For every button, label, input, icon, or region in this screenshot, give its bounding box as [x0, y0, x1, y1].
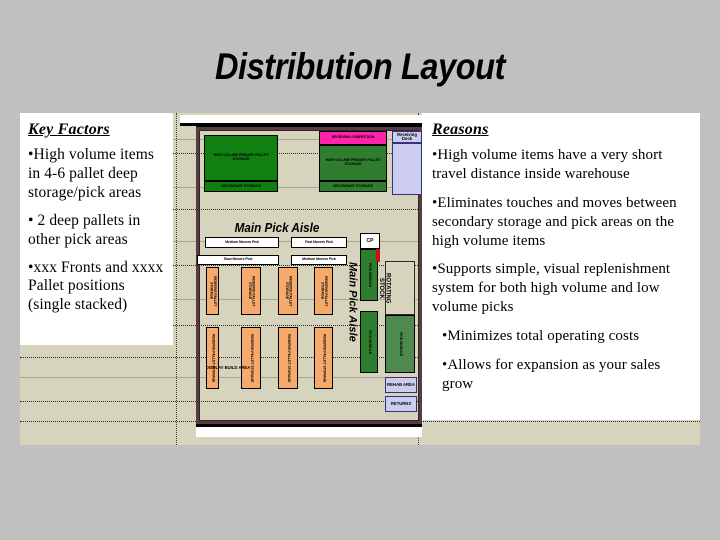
key-factors-bullet: • 2 deep pallets in other pick areas: [28, 211, 141, 248]
block-high-volume-pick-left[interactable]: HIGH VOLUME PRIMARY PALLET STORAGE: [204, 135, 278, 181]
block-label: PICK MODULE: [398, 331, 403, 357]
block-label: PICK MODULE: [367, 329, 372, 355]
block-label: HIGH VOLUME PRIMARY PALLET STORAGE: [325, 158, 381, 166]
reasons-bullet: •Supports simple, visual replenishment s…: [432, 261, 671, 316]
block-label: SECONDARY STORAGE: [333, 183, 373, 188]
sheet-gridline: [176, 113, 177, 445]
slide-canvas: HIGH VOLUME PRIMARY PALLET STORAGE SECON…: [20, 113, 700, 445]
key-factors-heading: Key Factors: [28, 121, 110, 138]
block-label: HIGH VOLUME PRIMARY PALLET STORAGE: [213, 153, 269, 161]
aisle-label: Fast Movers Pick: [305, 239, 333, 244]
block-label: PICK MODULE: [367, 262, 372, 288]
cp-label: CP: [366, 237, 374, 244]
receiving-dock-label: Receiving Dock: [392, 131, 422, 143]
reasons-bullet: •Eliminates touches and moves between se…: [432, 194, 677, 249]
display-label: DISPLAY BUILD AREA: [205, 364, 251, 370]
block-secondary-storage-left[interactable]: SECONDARY STORAGE: [204, 181, 278, 192]
aisle-label: Medium Movers Pick: [225, 239, 259, 244]
rotating-stock-label: ROTATING STOCK: [378, 272, 391, 304]
cp-box[interactable]: CP: [360, 233, 380, 249]
rack-block[interactable]: RESERVE PALLET STORAGE: [241, 267, 261, 315]
main-pick-aisle-vertical-label: Main Pick Aisle: [346, 262, 359, 342]
rack-block[interactable]: RESERVE PALLET STORAGE: [314, 327, 333, 389]
dock-label: Receiving Dock: [397, 131, 417, 141]
rack-block[interactable]: RESERVE PALLET STORAGE: [278, 327, 298, 389]
main-pick-aisle-horizontal-label: Main Pick Aisle: [234, 220, 320, 235]
plan-top-strip: [180, 115, 422, 126]
returns-area-box[interactable]: RETURNS: [385, 396, 417, 412]
rack-label: RESERVE PALLET STORAGE: [248, 275, 256, 307]
key-factors-bullet: •xxx Fronts and xxxx Pallet positions (s…: [28, 258, 164, 314]
reasons-panel: Reasons •High volume items have a very s…: [422, 113, 700, 420]
reasons-bullet: •High volume items have a very short tra…: [432, 147, 663, 182]
aisle-box-3[interactable]: Slow Movers Pick: [197, 255, 279, 265]
aisle-box-4[interactable]: Medium Movers Pick: [291, 255, 347, 265]
rehab-area-box[interactable]: REHAB AREA: [385, 377, 417, 393]
rack-block[interactable]: RESERVE PALLET STORAGE: [206, 267, 219, 315]
green-column-2[interactable]: PICK MODULE: [360, 311, 378, 373]
aisle-label: Medium Movers Pick: [302, 257, 336, 262]
rack-block[interactable]: RESERVE PALLET STORAGE: [314, 267, 333, 315]
warehouse-floor-plan: HIGH VOLUME PRIMARY PALLET STORAGE SECON…: [180, 115, 422, 437]
block-secondary-storage-right[interactable]: SECONDARY STORAGE: [319, 181, 387, 192]
key-factors-panel: Key Factors •High volume items in 4-6 pa…: [20, 113, 173, 345]
receiving-dock-area[interactable]: [392, 143, 422, 195]
box-label: REHAB AREA: [387, 381, 415, 387]
aisle-box-1[interactable]: Medium Movers Pick: [205, 237, 279, 248]
red-marker: [376, 249, 380, 262]
rack-label: RESERVE PALLET STORAGE: [320, 275, 329, 307]
block-label: RECEIVING / INSPECTION: [331, 135, 375, 140]
rack-label: RESERVE PALLET STORAGE: [285, 275, 293, 307]
rack-label: RESERVE PALLET STORAGE: [209, 275, 218, 307]
box-label: RETURNS: [390, 400, 412, 406]
rack-label: RESERVE PALLET STORAGE: [286, 333, 291, 383]
page-title: Distribution Layout: [214, 46, 506, 87]
key-factors-bullet: •High volume items in 4-6 pallet deep st…: [28, 146, 155, 201]
green-column-3[interactable]: PICK MODULE: [385, 315, 415, 373]
rack-block[interactable]: RESERVE PALLET STORAGE: [278, 267, 298, 315]
reasons-bullet: •Allows for expansion as your sales grow: [442, 357, 661, 392]
reasons-heading: Reasons: [432, 121, 489, 138]
block-receiving-inspection[interactable]: RECEIVING / INSPECTION: [319, 131, 387, 145]
block-high-volume-pick-right[interactable]: HIGH VOLUME PRIMARY PALLET STORAGE: [319, 145, 387, 181]
rack-label: RESERVE PALLET STORAGE: [322, 333, 327, 383]
plan-bottom-strip: [196, 424, 422, 437]
reasons-bullet: •Minimizes total operating costs: [442, 328, 640, 345]
aisle-label: Slow Movers Pick: [223, 257, 253, 262]
display-area-label: DISPLAY BUILD AREA: [200, 351, 256, 385]
block-label: SECONDARY STORAGE: [221, 183, 261, 188]
aisle-box-2[interactable]: Fast Movers Pick: [291, 237, 347, 248]
